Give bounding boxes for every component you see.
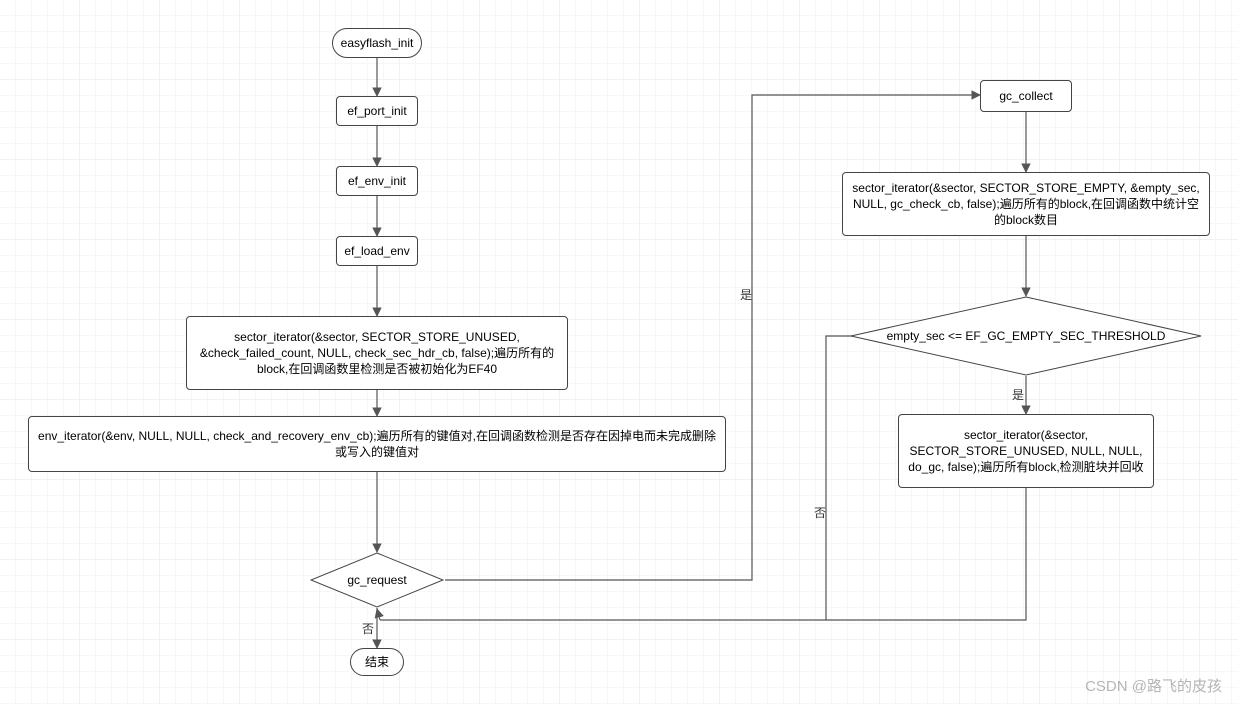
label: easyflash_init bbox=[341, 35, 414, 51]
label: ef_env_init bbox=[348, 173, 406, 189]
node-env-iterator: env_iterator(&env, NULL, NULL, check_and… bbox=[28, 416, 726, 472]
node-ef-load-env: ef_load_env bbox=[336, 236, 418, 266]
node-sector-iterator-do-gc: sector_iterator(&sector, SECTOR_STORE_UN… bbox=[898, 414, 1154, 488]
watermark: CSDN @路飞的皮孩 bbox=[1085, 675, 1222, 696]
node-sector-iterator-unused: sector_iterator(&sector, SECTOR_STORE_UN… bbox=[186, 316, 568, 390]
label: sector_iterator(&sector, SECTOR_STORE_EM… bbox=[851, 180, 1201, 229]
edge-label-yes-2: 是 bbox=[1012, 386, 1024, 403]
edge-label-no-2: 否 bbox=[814, 504, 826, 521]
node-ef-env-init: ef_env_init bbox=[336, 166, 418, 196]
label: empty_sec <= EF_GC_EMPTY_SEC_THRESHOLD bbox=[863, 328, 1190, 344]
label: sector_iterator(&sector, SECTOR_STORE_UN… bbox=[195, 329, 559, 378]
edge-label-yes-1: 是 bbox=[740, 286, 752, 303]
node-empty-sec-threshold: empty_sec <= EF_GC_EMPTY_SEC_THRESHOLD bbox=[850, 296, 1202, 376]
label: ef_port_init bbox=[347, 103, 406, 119]
label: 结束 bbox=[365, 654, 389, 670]
label: gc_request bbox=[323, 572, 430, 588]
node-end: 结束 bbox=[350, 648, 404, 676]
label: env_iterator(&env, NULL, NULL, check_and… bbox=[37, 428, 717, 460]
node-gc-request: gc_request bbox=[310, 552, 444, 608]
node-easyflash-init: easyflash_init bbox=[332, 28, 422, 58]
label: gc_collect bbox=[999, 88, 1052, 104]
label: sector_iterator(&sector, SECTOR_STORE_UN… bbox=[907, 427, 1145, 476]
node-sector-iterator-empty: sector_iterator(&sector, SECTOR_STORE_EM… bbox=[842, 172, 1210, 236]
node-gc-collect: gc_collect bbox=[980, 80, 1072, 112]
edge-label-no-1: 否 bbox=[362, 620, 374, 637]
label: ef_load_env bbox=[344, 243, 409, 259]
node-ef-port-init: ef_port_init bbox=[336, 96, 418, 126]
